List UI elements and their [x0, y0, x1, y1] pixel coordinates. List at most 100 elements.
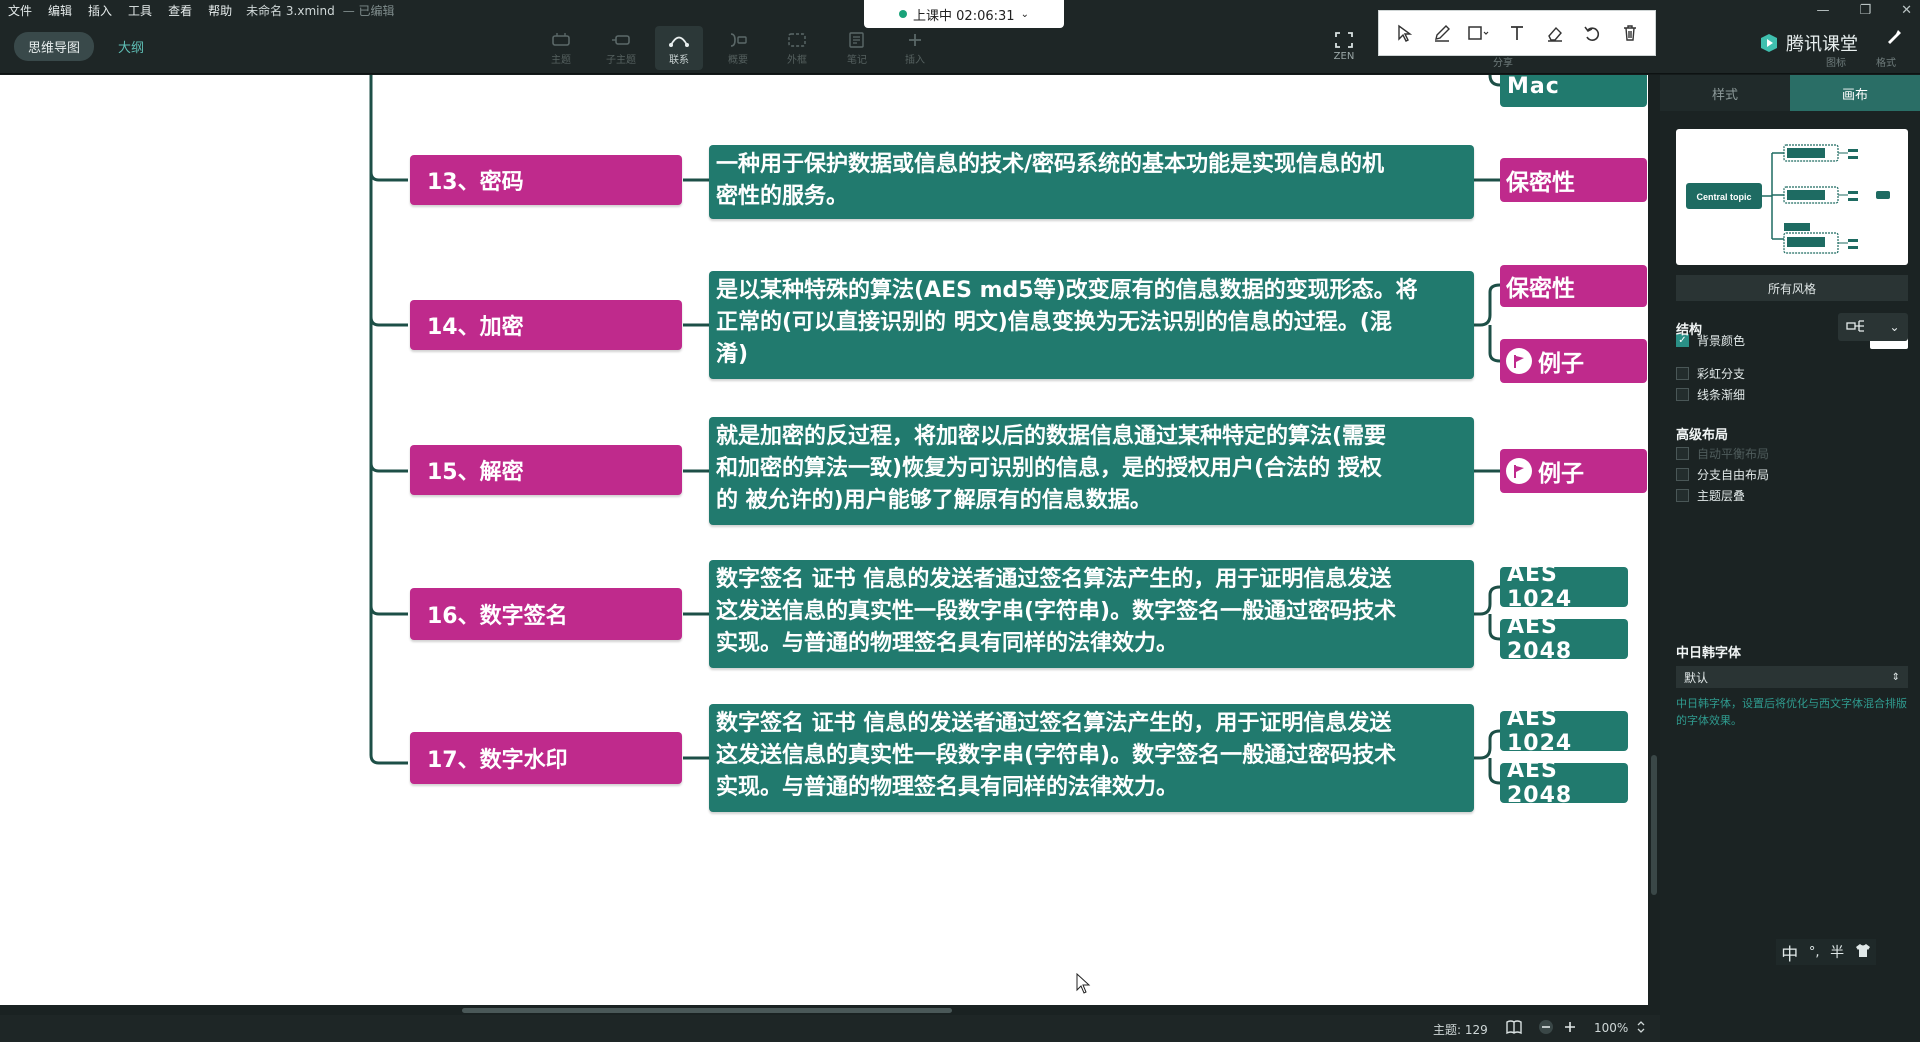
menu-help[interactable]: 帮助 — [200, 2, 240, 19]
free-layout-checkbox[interactable] — [1676, 468, 1689, 481]
menu-file[interactable]: 文件 — [0, 2, 40, 19]
menu-view[interactable]: 查看 — [160, 2, 200, 19]
topic-16-description[interactable]: 数字签名 证书 信息的发送者通过签名算法产生的，用于证明信息发送 这发送信息的真… — [709, 560, 1474, 668]
ime-language[interactable]: 中 — [1781, 940, 1798, 965]
description-line: 的 被允许的)用户能够了解原有的信息数据。 — [716, 488, 1152, 513]
ime-punctuation[interactable]: °, — [1809, 945, 1820, 960]
cjk-font-value: 默认 — [1684, 670, 1709, 685]
relationship-icon — [668, 29, 690, 51]
description-line: 就是加密的反过程，将加密以后的数据信息通过某种特定的算法(需要 — [716, 424, 1387, 449]
note-tool-button[interactable]: 笔记 — [833, 26, 881, 70]
tag-aes-2048[interactable]: AES 2048 — [1500, 758, 1628, 808]
zen-mode-button[interactable]: ZEN — [1320, 26, 1368, 70]
free-layout-label: 分支自由布局 — [1697, 468, 1770, 482]
insert-tool-button[interactable]: 插入 — [891, 26, 939, 70]
plus-icon — [904, 29, 926, 51]
topic-13[interactable]: 13、密码 — [410, 155, 682, 205]
desc-tag-line-14 — [1474, 283, 1501, 363]
class-recording-status[interactable]: 上课中 02:06:31 ⌄ — [864, 0, 1064, 28]
zoom-out-icon[interactable] — [1538, 1019, 1554, 1038]
rainbow-branch-checkbox[interactable] — [1676, 367, 1689, 380]
maximize-icon[interactable]: ❐ — [1859, 3, 1871, 18]
desc-tag-line-top — [1488, 75, 1501, 87]
vertical-scrollbar[interactable] — [1648, 75, 1660, 1005]
free-layout-row: 分支自由布局 — [1676, 466, 1908, 483]
topic-13-description[interactable]: 一种用于保护数据或信息的技术/密码系统的基本功能是实现信息的机 密性的服务。 — [709, 145, 1474, 219]
line-taper-checkbox[interactable] — [1676, 388, 1689, 401]
rectangle-icon[interactable] — [1466, 20, 1492, 46]
topic-14-description[interactable]: 是以某种特殊的算法(AES md5等)改变原有的信息数据的变现形态。将 正常的(… — [709, 271, 1474, 379]
line-taper-row: 线条渐细 — [1676, 386, 1908, 403]
topic-14[interactable]: 14、加密 — [410, 300, 682, 350]
pointer-icon[interactable] — [1391, 20, 1417, 46]
menu-edit[interactable]: 编辑 — [40, 2, 80, 19]
book-icon[interactable] — [1505, 1019, 1523, 1038]
tag-example[interactable]: 例子 — [1500, 339, 1647, 383]
boundary-tool-button[interactable]: 外框 — [773, 26, 821, 70]
topic-15-description[interactable]: 就是加密的反过程，将加密以后的数据信息通过某种特定的算法(需要 和加密的算法一致… — [709, 417, 1474, 525]
subtopic-tool-button[interactable]: 子主题 — [597, 26, 645, 70]
tag-example[interactable]: 例子 — [1500, 449, 1647, 493]
topic-label: 15、解密 — [427, 460, 524, 485]
relationship-tool-button[interactable]: 联系 — [655, 26, 703, 70]
horizontal-scrollbar[interactable] — [0, 1005, 1660, 1015]
topic-overlap-checkbox[interactable] — [1676, 489, 1689, 502]
text-icon[interactable] — [1504, 20, 1530, 46]
topic-17[interactable]: 17、数字水印 — [410, 732, 682, 784]
format-brush-icon[interactable] — [1884, 28, 1902, 46]
minimize-icon[interactable]: — — [1816, 3, 1829, 18]
topic-15[interactable]: 15、解密 — [410, 445, 682, 495]
topic-17-description[interactable]: 数字签名 证书 信息的发送者通过签名算法产生的，用于证明信息发送 这发送信息的真… — [709, 704, 1474, 812]
description-line: 淆) — [716, 342, 749, 367]
structure-select[interactable]: ⌄ — [1838, 313, 1908, 341]
saved-state: — 已编辑 — [342, 3, 395, 18]
input-method-bar[interactable]: 中 °, 半 — [1776, 939, 1876, 965]
topic-label: 13、密码 — [427, 170, 524, 195]
scrollbar-thumb[interactable] — [462, 1008, 952, 1013]
tab-outline[interactable]: 大纲 — [104, 32, 158, 61]
mindmap-canvas[interactable]: Mac 13、密码 一种用于保护数据或信息的技术/密码系统的基本功能是实现信息的… — [0, 75, 1648, 1005]
chevron-down-icon: ⌄ — [1020, 8, 1029, 20]
undo-icon[interactable] — [1579, 20, 1605, 46]
ime-width[interactable]: 半 — [1830, 942, 1844, 962]
background-color-label: 背景颜色 — [1697, 334, 1746, 348]
cjk-font-select[interactable]: 默认 ⇕ — [1676, 666, 1908, 688]
mouse-cursor-icon — [1076, 973, 1091, 994]
topic-tool-button[interactable]: 主题 — [537, 26, 585, 70]
share-label[interactable]: 分享 — [1493, 54, 1513, 69]
menu-tools[interactable]: 工具 — [120, 2, 160, 19]
scrollbar-thumb[interactable] — [1651, 755, 1657, 895]
summary-tool-button[interactable]: 概要 — [714, 26, 762, 70]
tab-mindmap[interactable]: 思维导图 — [14, 32, 95, 61]
desc-tag-line-16 — [1474, 585, 1501, 641]
auto-balance-checkbox[interactable] — [1676, 447, 1689, 460]
tab-style[interactable]: 样式 — [1660, 75, 1790, 111]
status-bar: 主题: 129 100% — [0, 1015, 1660, 1042]
trash-icon[interactable] — [1617, 20, 1643, 46]
menu-insert[interactable]: 插入 — [80, 2, 120, 19]
tag-confidentiality[interactable]: 保密性 — [1500, 158, 1647, 202]
tag-aes-1024[interactable]: AES 1024 — [1500, 706, 1628, 756]
branch-connector-16 — [369, 605, 408, 616]
zoom-in-icon[interactable] — [1562, 1019, 1578, 1038]
eraser-icon[interactable] — [1542, 20, 1568, 46]
skin-shirt-icon[interactable] — [1855, 942, 1871, 963]
icon-panel-label[interactable]: 图标 — [1826, 54, 1846, 69]
zoom-stepper-icon[interactable] — [1636, 1018, 1646, 1039]
zoom-level[interactable]: 100% — [1594, 1021, 1628, 1035]
fullscreen-icon — [1333, 29, 1355, 51]
tag-mac[interactable]: Mac — [1500, 75, 1647, 107]
pen-icon[interactable] — [1429, 20, 1455, 46]
tag-confidentiality[interactable]: 保密性 — [1500, 265, 1647, 307]
tag-aes-2048[interactable]: AES 2048 — [1500, 614, 1628, 664]
topic-16[interactable]: 16、数字签名 — [410, 588, 682, 640]
panel-tabs: 样式 画布 — [1660, 75, 1920, 111]
close-icon[interactable]: ✕ — [1901, 3, 1912, 18]
branch-connector-13 — [369, 171, 408, 182]
cjk-font-hint: 中日韩字体，设置后将优化与西文字体混合排版的字体效果。 — [1676, 697, 1907, 727]
tag-aes-1024[interactable]: AES 1024 — [1500, 562, 1628, 612]
format-panel-label[interactable]: 格式 — [1876, 54, 1896, 69]
tab-canvas[interactable]: 画布 — [1790, 75, 1920, 111]
theme-thumbnail[interactable]: Central topic — [1676, 129, 1908, 265]
all-styles-button[interactable]: 所有风格 — [1676, 275, 1908, 301]
